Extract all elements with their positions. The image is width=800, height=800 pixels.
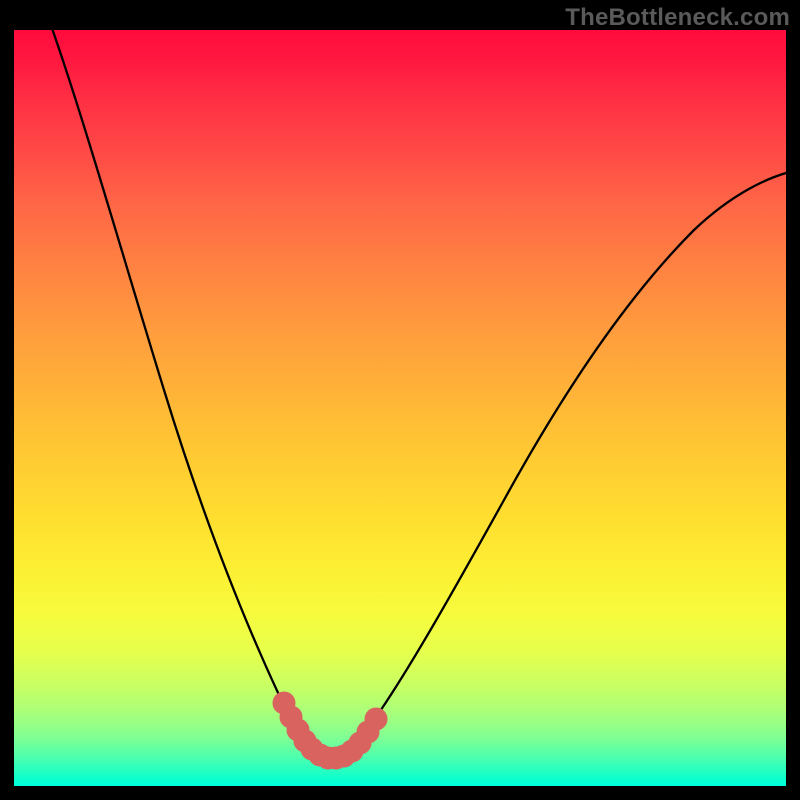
watermark-text: TheBottleneck.com (565, 4, 790, 32)
gradient-plot-area (14, 30, 786, 786)
chart-stage: TheBottleneck.com (0, 0, 800, 800)
